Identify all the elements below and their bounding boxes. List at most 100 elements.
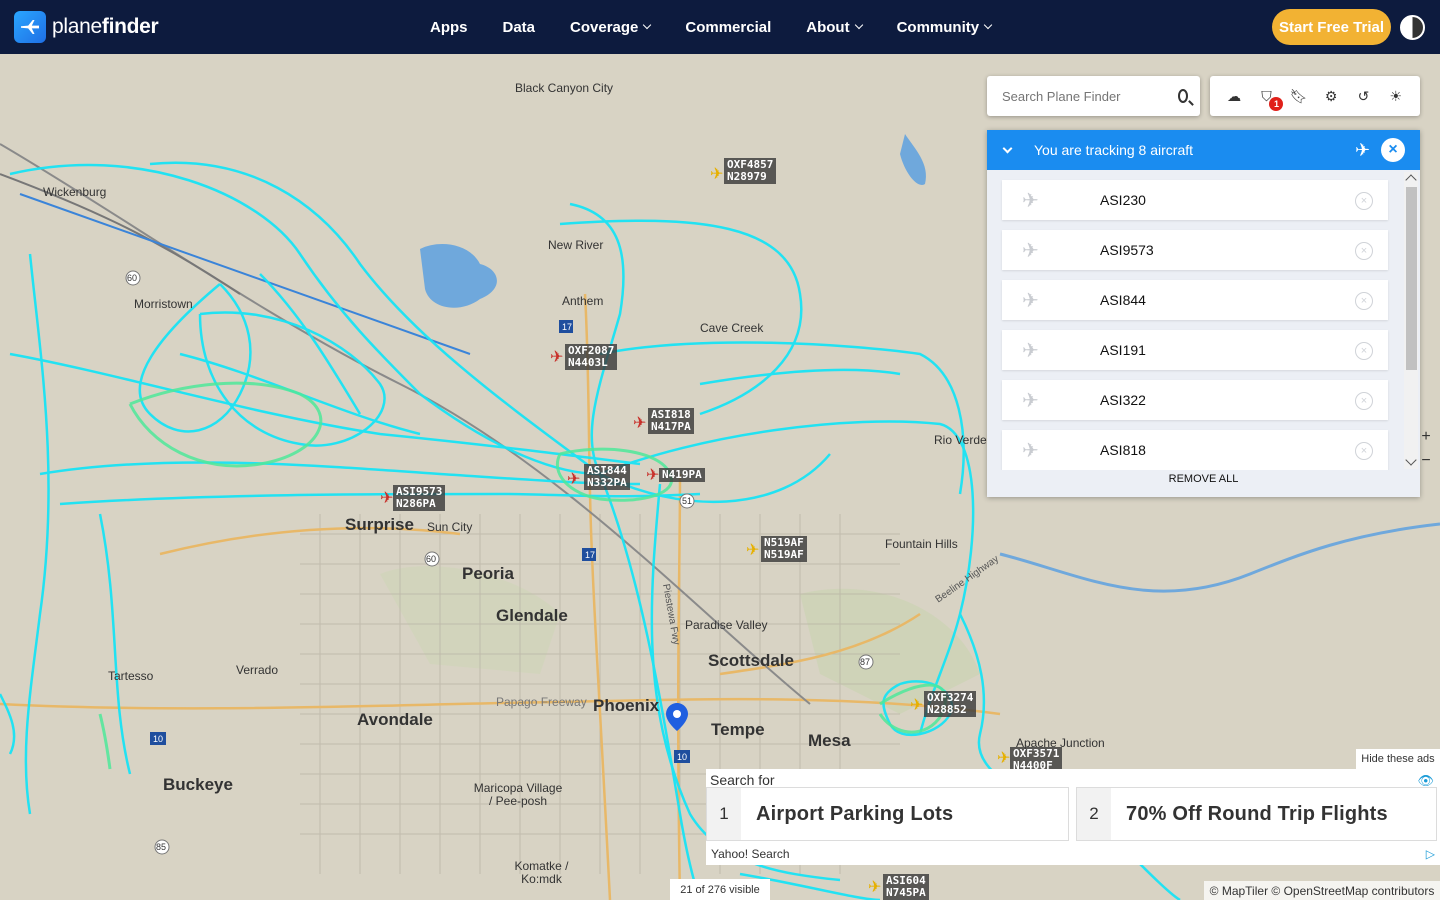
place-label: Komatke / Ko:mdk	[514, 859, 569, 886]
nav-community[interactable]: Community	[897, 19, 993, 36]
remove-all-button[interactable]: REMOVE ALL	[987, 473, 1420, 485]
scroll-thumb[interactable]	[1406, 187, 1417, 370]
search-icon[interactable]	[1178, 89, 1188, 103]
settings-icon[interactable]: ⚙	[1320, 85, 1342, 107]
place-label: Fountain Hills	[885, 537, 958, 551]
ad-item[interactable]: 1 Airport Parking Lots	[706, 787, 1069, 841]
place-label: Peoria	[462, 564, 514, 583]
flight-label[interactable]: OXF3274 N28852	[924, 691, 977, 717]
place-label: Buckeye	[163, 775, 233, 794]
tracked-aircraft-row[interactable]: ✈ ASI9573 ×	[1002, 230, 1388, 270]
history-icon[interactable]: ↺	[1352, 85, 1374, 107]
tracking-list: ✈ ASI230 × ✈ ASI9573 × ✈ ASI844 × ✈ ASI1…	[987, 170, 1420, 470]
zoom-in-button[interactable]: +	[1418, 428, 1434, 446]
tracked-aircraft-label: ASI9573	[1100, 242, 1154, 258]
flight-label[interactable]: ASI844 N332PA	[584, 464, 630, 490]
remove-icon[interactable]: ×	[1355, 292, 1373, 310]
place-label: Morristown	[134, 297, 193, 311]
aircraft-icon[interactable]: ✈	[380, 491, 393, 507]
tracking-panel: You are tracking 8 aircraft ✈ × ✈ ASI230…	[987, 130, 1420, 497]
remove-icon[interactable]: ×	[1355, 392, 1373, 410]
hide-ads-button[interactable]: Hide these ads	[1356, 749, 1440, 769]
flight-label[interactable]: ASI9573 N286PA	[393, 485, 446, 511]
remove-icon[interactable]: ×	[1355, 242, 1373, 260]
remove-icon[interactable]: ×	[1355, 192, 1373, 210]
zoom-out-button[interactable]: −	[1418, 452, 1434, 470]
location-pin-icon[interactable]	[666, 703, 688, 731]
main-nav: Apps Data Coverage Commercial About Comm…	[430, 0, 1026, 54]
search-box	[987, 76, 1200, 116]
nav-apps[interactable]: Apps	[430, 19, 468, 36]
ad-search-for: Search for	[710, 772, 775, 788]
place-label: Anthem	[562, 294, 604, 308]
ad-item[interactable]: 2 70% Off Round Trip Flights	[1076, 787, 1437, 841]
close-tracking-button[interactable]: ×	[1381, 138, 1405, 162]
place-label: New River	[548, 238, 604, 252]
tracked-aircraft-label: ASI818	[1100, 442, 1146, 458]
place-label: Cave Creek	[700, 321, 764, 335]
aircraft-icon[interactable]: ✈	[746, 543, 759, 559]
flight-label[interactable]: ASI604 N745PA	[883, 874, 929, 900]
tracked-aircraft-row[interactable]: ✈ ASI844 ×	[1002, 280, 1388, 320]
tracked-aircraft-row[interactable]: ✈ ASI191 ×	[1002, 330, 1388, 370]
cloud-upload-icon[interactable]: ☁	[1223, 85, 1245, 107]
nav-commercial[interactable]: Commercial	[685, 19, 771, 36]
svg-text:17: 17	[585, 550, 595, 560]
aircraft-icon[interactable]: ✈	[868, 880, 881, 896]
ad-number: 1	[707, 788, 741, 840]
place-label: Mesa	[808, 731, 851, 750]
place-label: Rio Verde	[934, 433, 987, 447]
aircraft-icon[interactable]: ✈	[646, 468, 659, 484]
flight-label[interactable]: OXF2087 N4403L	[565, 344, 618, 370]
place-label: Black Canyon City	[515, 81, 614, 95]
adchoices-icon[interactable]: ▷	[1426, 847, 1435, 861]
avatar[interactable]	[1400, 15, 1425, 40]
ad-text: 70% Off Round Trip Flights	[1126, 802, 1388, 825]
nav-about[interactable]: About	[806, 19, 863, 36]
logo-text: planefinder	[52, 15, 159, 38]
aircraft-icon[interactable]: ✈	[550, 350, 563, 366]
aircraft-icon[interactable]: ✈	[997, 751, 1010, 767]
search-input[interactable]	[1002, 88, 1178, 104]
tracked-aircraft-row[interactable]: ✈ ASI322 ×	[1002, 380, 1388, 420]
aircraft-icon[interactable]: ✈	[710, 167, 723, 183]
filter-icon[interactable]: ⛉ 1	[1255, 85, 1284, 111]
aircraft-icon[interactable]: ✈	[910, 698, 923, 714]
svg-text:10: 10	[153, 734, 163, 744]
plane-icon[interactable]: ✈	[1355, 140, 1370, 161]
scroll-down-icon[interactable]	[1405, 454, 1417, 466]
logo[interactable]: planefinder	[14, 11, 159, 43]
ad-number: 2	[1077, 788, 1111, 840]
ad-panel: Search for 👁︎ 1 Airport Parking Lots 2 7…	[706, 769, 1440, 865]
top-navbar: planefinder Apps Data Coverage Commercia…	[0, 0, 1440, 54]
nav-data[interactable]: Data	[503, 19, 536, 36]
scroll-up-icon[interactable]	[1405, 174, 1417, 186]
tracked-aircraft-row[interactable]: ✈ ASI230 ×	[1002, 180, 1388, 220]
bookmark-icon[interactable]: 🔖︎	[1288, 85, 1310, 107]
flight-label[interactable]: OXF4857 N28979	[724, 158, 777, 184]
chevron-down-icon	[983, 20, 993, 30]
plane-logo-icon	[14, 11, 46, 43]
tracked-aircraft-row[interactable]: ✈ ASI818 ×	[1002, 430, 1388, 470]
map-attribution[interactable]: © MapTiler © OpenStreetMap contributors	[1204, 881, 1440, 900]
chevron-down-icon[interactable]	[1002, 143, 1013, 153]
flight-label[interactable]: N419PA	[659, 468, 705, 482]
weather-icon[interactable]: ☀	[1385, 85, 1407, 107]
tracked-aircraft-label: ASI191	[1100, 342, 1146, 358]
flight-label[interactable]: ASI818 N417PA	[648, 408, 694, 434]
aircraft-icon[interactable]: ✈	[567, 472, 580, 488]
remove-icon[interactable]: ×	[1355, 342, 1373, 360]
svg-text:17: 17	[562, 322, 572, 332]
flight-label[interactable]: N519AF N519AF	[761, 536, 807, 562]
aircraft-icon[interactable]: ✈	[633, 416, 646, 432]
remove-icon[interactable]: ×	[1355, 442, 1373, 460]
svg-text:51: 51	[682, 496, 692, 506]
place-label: Glendale	[496, 606, 568, 625]
tracking-scrollbar[interactable]	[1404, 172, 1418, 469]
visible-count: 21 of 276 visible	[670, 879, 770, 900]
plane-icon: ✈	[1022, 439, 1039, 462]
start-free-trial-button[interactable]: Start Free Trial	[1272, 9, 1391, 45]
svg-text:60: 60	[426, 554, 436, 564]
nav-coverage[interactable]: Coverage	[570, 19, 652, 36]
place-label: Verrado	[236, 663, 279, 677]
